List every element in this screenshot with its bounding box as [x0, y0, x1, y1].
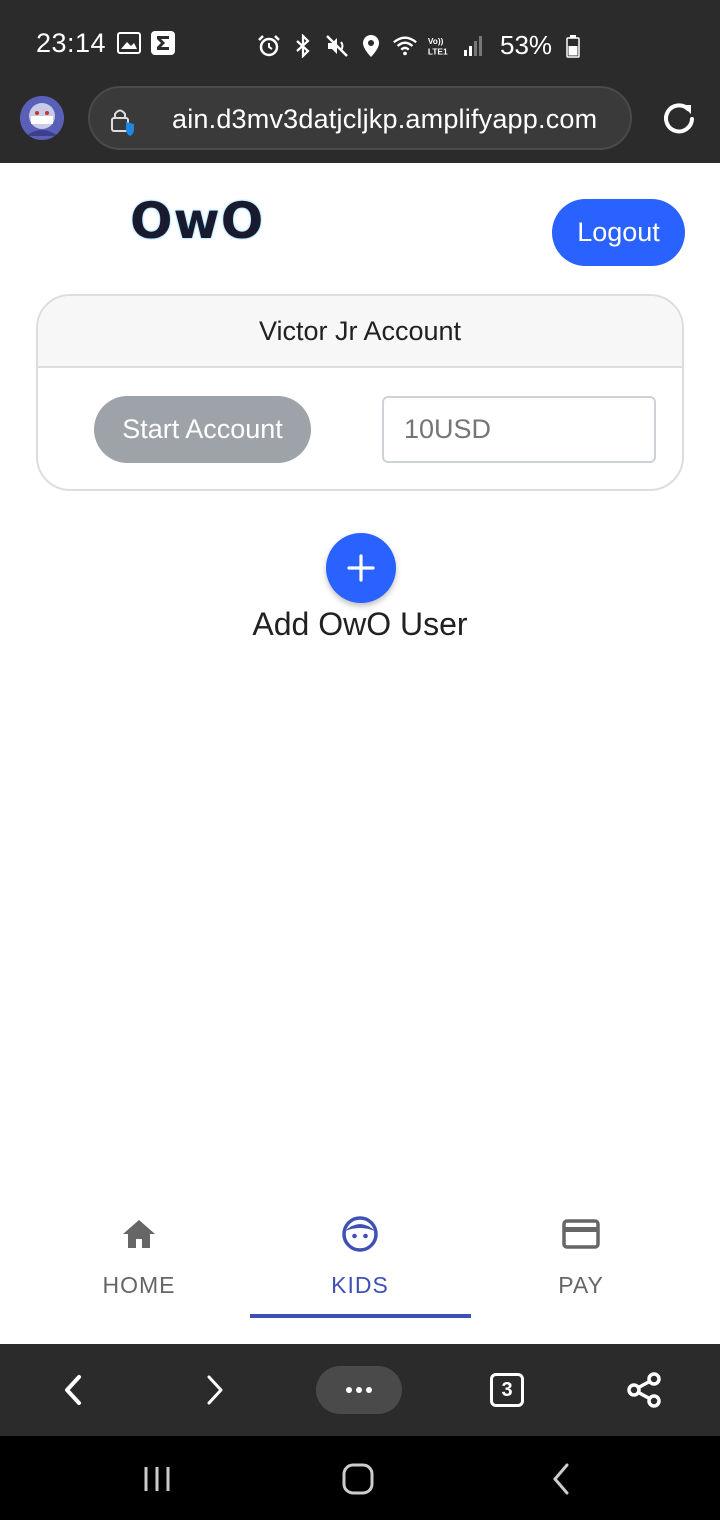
- face-icon: [340, 1214, 380, 1254]
- url-text[interactable]: ain.d3mv3datjcljkp.amplifyapp.com: [172, 104, 597, 135]
- volte-icon: Vo)) LTE1: [426, 33, 452, 59]
- add-user-label: Add OwO User: [252, 606, 468, 642]
- system-navigation-bar: [0, 1436, 720, 1520]
- credit-card-icon: [561, 1214, 601, 1254]
- nav-label-kids: KIDS: [331, 1272, 389, 1298]
- status-time: 23:14: [36, 28, 107, 58]
- svg-text:LTE1: LTE1: [428, 46, 448, 56]
- plus-icon: [347, 554, 375, 582]
- mute-icon: [324, 33, 350, 59]
- reload-icon[interactable]: [656, 96, 702, 142]
- profile-avatar[interactable]: [20, 96, 64, 140]
- battery-percent: 53%: [500, 30, 553, 60]
- browser-address-bar: ain.d3mv3datjcljkp.amplifyapp.com: [0, 72, 720, 163]
- account-card-title: Victor Jr Account: [38, 296, 682, 368]
- add-user-button[interactable]: [326, 533, 396, 603]
- account-card: Victor Jr Account Start Account: [36, 294, 684, 491]
- nav-label-home: HOME: [102, 1272, 176, 1298]
- wifi-icon: [392, 33, 418, 59]
- logout-button[interactable]: Logout: [552, 199, 685, 266]
- menu-button[interactable]: [316, 1366, 402, 1414]
- active-tab-indicator: [250, 1314, 471, 1318]
- recent-apps-icon[interactable]: [134, 1456, 180, 1502]
- status-bar: 23:14 Vo)) LTE1 53%: [0, 0, 720, 72]
- nav-item-kids[interactable]: KIDS: [250, 1200, 470, 1320]
- nav-item-pay[interactable]: PAY: [471, 1200, 691, 1320]
- tab-count: 3: [490, 1373, 524, 1407]
- svg-text:Vo)): Vo)): [428, 36, 444, 46]
- start-account-button[interactable]: Start Account: [94, 396, 311, 463]
- battery-icon: [560, 33, 586, 59]
- back-icon[interactable]: [50, 1366, 98, 1414]
- signal-icon: [460, 33, 486, 59]
- amount-input[interactable]: [382, 396, 656, 463]
- app-logo: OwO: [130, 192, 265, 250]
- url-bar[interactable]: ain.d3mv3datjcljkp.amplifyapp.com: [88, 86, 632, 150]
- image-icon: [116, 30, 142, 56]
- home-button-icon[interactable]: [335, 1456, 381, 1502]
- tabs-button[interactable]: 3: [483, 1366, 531, 1414]
- lock-icon[interactable]: [106, 104, 140, 138]
- home-icon: [119, 1214, 159, 1254]
- more-icon: [346, 1387, 372, 1393]
- location-icon: [358, 33, 384, 59]
- forward-icon[interactable]: [190, 1366, 238, 1414]
- nav-item-home[interactable]: HOME: [29, 1200, 249, 1320]
- share-icon[interactable]: [620, 1366, 668, 1414]
- bottom-navigation: HOME KIDS PAY: [0, 1200, 720, 1344]
- bluetooth-icon: [290, 33, 316, 59]
- browser-toolbar: 3: [0, 1344, 720, 1436]
- back-button-icon[interactable]: [538, 1456, 584, 1502]
- sigma-icon: [150, 30, 176, 56]
- nav-label-pay: PAY: [558, 1272, 604, 1298]
- alarm-icon: [256, 33, 282, 59]
